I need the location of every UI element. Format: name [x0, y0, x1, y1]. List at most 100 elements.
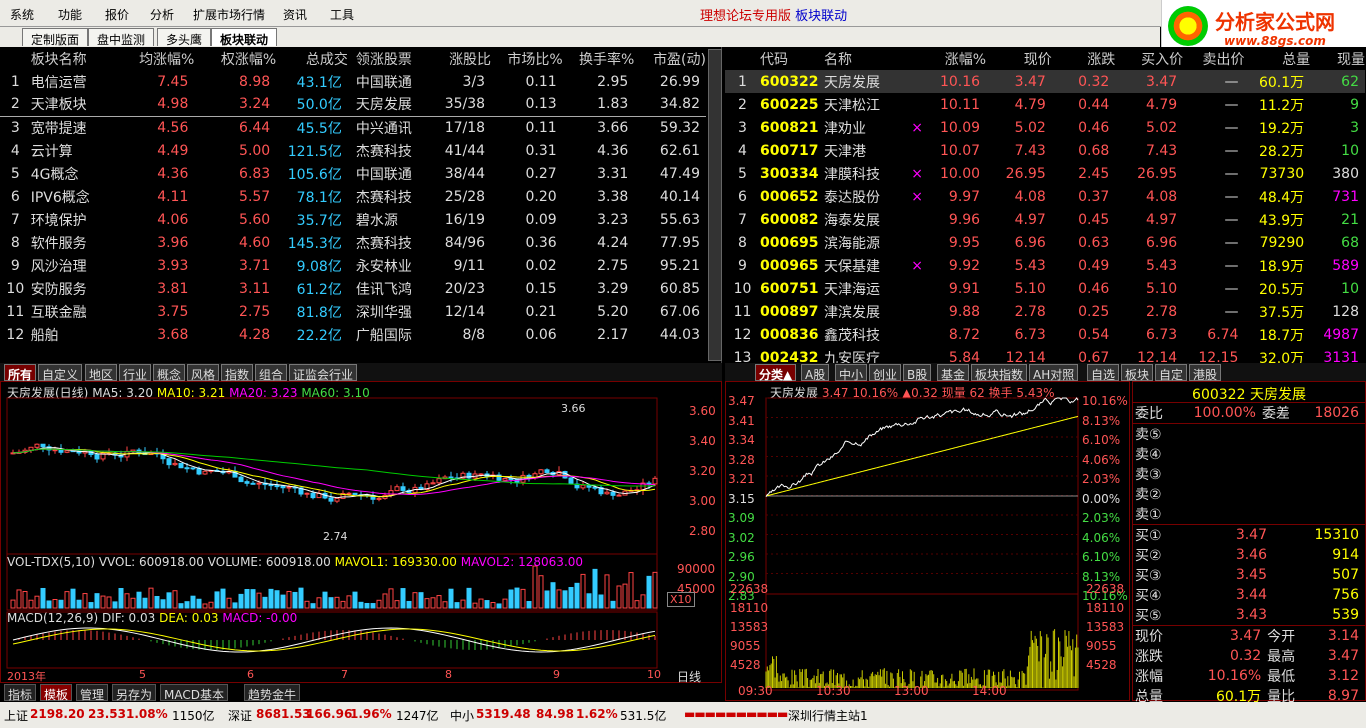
menu-quote[interactable]: 报价	[105, 6, 129, 23]
col-volume[interactable]: 总量	[1244, 47, 1310, 70]
sector-row[interactable]: 7 环境保护 4.06 5.60 35.7亿 碧水源 16/19 0.09 3.23 55.63	[0, 208, 706, 231]
col-market-ratio[interactable]: 市场比%	[491, 47, 562, 70]
menu-system[interactable]: 系统	[10, 6, 34, 23]
indicator-tab[interactable]: 指标	[4, 684, 37, 702]
stock-row[interactable]: 5 300334 津膜科技 × 10.00 26.95 2.45 26.95 — 73730 380	[725, 162, 1365, 185]
flower-icon	[1168, 6, 1208, 46]
col-sector-name[interactable]: 板块名称	[31, 47, 113, 70]
candle-body	[52, 449, 58, 452]
category-tab[interactable]: 风格	[187, 364, 220, 382]
stock-row[interactable]: 8 000695 滨海能源 9.95 6.96 0.63 6.96 — 79290 68	[725, 231, 1365, 254]
price: 5.02	[1014, 119, 1046, 136]
col-weighted-change[interactable]: 权涨幅%	[194, 47, 276, 70]
ytick-3: 3.20	[689, 464, 716, 478]
col-price[interactable]: 现价	[986, 47, 1052, 70]
market-tab[interactable]: 基金	[937, 364, 970, 382]
col-code[interactable]: 代码	[760, 47, 824, 70]
category-tab[interactable]: 行业	[119, 364, 152, 382]
ask: —	[1224, 73, 1239, 90]
market-ratio: 0.11	[525, 73, 557, 90]
col-turnover[interactable]: 换手率%	[563, 47, 634, 70]
menu-function[interactable]: 功能	[58, 6, 82, 23]
tab-intraday-monitor[interactable]: 盘中监测	[88, 28, 155, 47]
stock-row[interactable]: 10 600751 天津海运 9.91 5.10 0.46 5.10 — 20.5万 10	[725, 277, 1365, 300]
stock-row[interactable]: 1 600322 天房发展 10.16 3.47 0.32 3.47 — 60.1万 62	[725, 70, 1365, 93]
col-last-volume[interactable]: 现量	[1310, 47, 1365, 70]
stock-row[interactable]: 12 000836 鑫茂科技 8.72 6.73 0.54 6.73 6.74 18.7万 498…	[725, 323, 1365, 346]
sector-scrollbar[interactable]	[708, 49, 722, 361]
sector-row[interactable]: 5 4G概念 4.36 6.83 105.6亿 中国联通 38/44 0.27 3.31 47.4…	[0, 162, 706, 185]
stock-row[interactable]: 2 600225 天津松江 10.11 4.79 0.44 4.79 — 11.2万 9	[725, 93, 1365, 116]
category-tab[interactable]: 地区	[85, 364, 118, 382]
sector-row[interactable]: 9 风沙治理 3.93 3.71 9.08亿 永安林业 9/11 0.02 2.75 95.21	[0, 254, 706, 277]
period-label[interactable]: 日线	[677, 668, 701, 685]
server-name[interactable]: 深圳行情主站1	[788, 707, 868, 724]
market-tab[interactable]: A股	[801, 364, 830, 382]
sector-row[interactable]: 6 IPV6概念 4.11 5.57 78.1亿 杰赛科技 25/28 0.20 3.38 40.…	[0, 185, 706, 208]
market-tab[interactable]: 板块	[1121, 364, 1154, 382]
change-pct: 10.16	[939, 73, 981, 90]
ivol-tick: 13583	[730, 620, 769, 634]
kline-chart-pane[interactable]: 天房发展(日线) MA5: 3.20 MA10: 3.21 MA20: 3.23…	[0, 381, 722, 685]
menu-tools[interactable]: 工具	[330, 6, 354, 23]
market-tab[interactable]: B股	[903, 364, 932, 382]
last-volume: 68	[1341, 234, 1359, 251]
stock-row[interactable]: 4 600717 天津港 10.07 7.43 0.68 7.43 — 28.2万 10	[725, 139, 1365, 162]
sector-row[interactable]: 1 电信运营 7.45 8.98 43.1亿 中国联通 3/3 0.11 2.95 26.99	[0, 70, 706, 93]
row-index: 11	[733, 303, 752, 320]
indicator-tab[interactable]: 另存为	[112, 684, 157, 702]
stock-row[interactable]: 9 000965 天保基建 × 9.92 5.43 0.49 5.43 — 18.9万 589	[725, 254, 1365, 277]
menu-analysis[interactable]: 分析	[150, 6, 174, 23]
market-tab[interactable]: 自选	[1087, 364, 1120, 382]
col-leading-stock[interactable]: 领涨股票	[348, 47, 430, 70]
volume-bar	[388, 588, 394, 609]
stock-row[interactable]: 6 000652 泰达股份 × 9.97 4.08 0.37 4.08 — 48.4万 731	[725, 185, 1365, 208]
category-tab[interactable]: 组合	[255, 364, 288, 382]
indicator-tab[interactable]: 管理	[76, 684, 109, 702]
indicator-tab[interactable]: MACD基本	[160, 684, 228, 702]
window-title: 理想论坛专用版 板块联动	[700, 9, 848, 24]
category-tab[interactable]: 自定义	[38, 364, 83, 382]
category-tab[interactable]: 指数	[221, 364, 254, 382]
stock-row[interactable]: 11 000897 津滨发展 9.88 2.78 0.25 2.78 — 37.5万 128	[725, 300, 1365, 323]
sector-row[interactable]: 4 云计算 4.49 5.00 121.5亿 杰赛科技 41/44 0.31 4.36 62.61	[0, 139, 706, 162]
stock-row[interactable]: 7 600082 海泰发展 9.96 4.97 0.45 4.97 — 43.9万 21	[725, 208, 1365, 231]
tab-custom-layout[interactable]: 定制版面	[22, 28, 89, 47]
sector-name: 宽带提速	[30, 120, 87, 137]
category-tab[interactable]: 所有	[4, 364, 37, 382]
col-ask[interactable]: 卖出价	[1183, 47, 1244, 70]
sector-row[interactable]: 2 天津板块 4.98 3.24 50.0亿 天房发展 35/38 0.13 1.83 34.82	[0, 93, 706, 116]
sector-row[interactable]: 11 互联金融 3.75 2.75 81.8亿 深圳华强 12/14 0.21 5.20 67.0…	[0, 300, 706, 323]
menu-ext-market[interactable]: 扩展市场行情	[193, 6, 265, 23]
sector-row[interactable]: 12 船舶 3.68 4.28 22.2亿 广船国际 8/8 0.06 2.17 44.03	[0, 323, 706, 346]
col-bid[interactable]: 买入价	[1115, 47, 1183, 70]
market-tab[interactable]: 板块指数	[971, 364, 1028, 382]
col-name[interactable]: 名称	[824, 47, 909, 70]
indicator-tab[interactable]: 趋势金牛	[244, 684, 301, 702]
market-tab[interactable]: 中小	[835, 364, 868, 382]
sector-row[interactable]: 10 安防服务 3.81 3.11 61.2亿 佳讯飞鸿 20/23 0.15 3.29 60.8…	[0, 277, 706, 300]
stock-row[interactable]: 3 600821 津劝业 × 10.09 5.02 0.46 5.02 — 19.2万 3	[725, 116, 1365, 139]
col-change-pct[interactable]: 涨幅%	[925, 47, 986, 70]
market-tab[interactable]: 创业	[869, 364, 902, 382]
tab-sector-link[interactable]: 板块联动	[211, 28, 278, 47]
col-avg-change[interactable]: 均涨幅%	[113, 47, 194, 70]
price-tick: 2.96	[728, 550, 755, 564]
tab-bull-eagle[interactable]: 多头鹰	[157, 28, 212, 47]
category-tab[interactable]: 概念	[153, 364, 186, 382]
sector-row[interactable]: 3 宽带提速 4.56 6.44 45.5亿 中兴通讯 17/18 0.11 3.66 59.32	[0, 116, 706, 139]
intraday-chart-pane[interactable]: 天房发展 3.47 10.16% ▲0.32 现量 62 换手 5.43% 3.…	[725, 381, 1130, 701]
col-pe[interactable]: 市盈(动)	[634, 47, 706, 70]
col-total-amount[interactable]: 总成交	[276, 47, 348, 70]
market-tab[interactable]: AH对照	[1029, 364, 1079, 382]
indicator-tab[interactable]: 模板	[40, 684, 73, 702]
col-change[interactable]: 涨跌	[1052, 47, 1115, 70]
avg-change: 3.93	[157, 257, 189, 274]
sector-row[interactable]: 8 软件服务 3.96 4.60 145.3亿 杰赛科技 84/96 0.36 4.24 77.9…	[0, 231, 706, 254]
market-tab[interactable]: 自定	[1155, 364, 1188, 382]
category-tab[interactable]: 证监会行业	[289, 364, 358, 382]
col-up-ratio[interactable]: 涨股比	[430, 47, 491, 70]
market-tab[interactable]: 分类▲	[755, 364, 797, 382]
market-tab[interactable]: 港股	[1189, 364, 1222, 382]
menu-news[interactable]: 资讯	[283, 6, 307, 23]
